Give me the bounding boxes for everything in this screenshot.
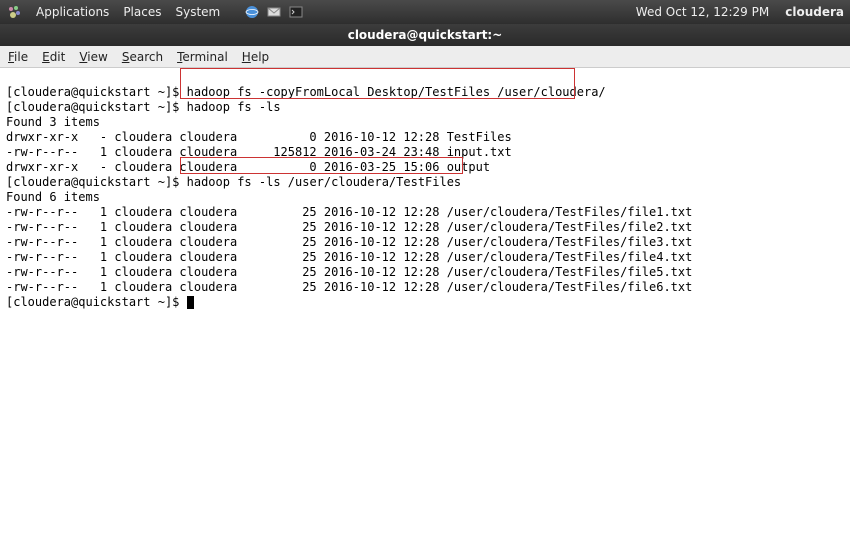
foot-icon — [6, 4, 22, 20]
panel-left-menus: Applications Places System — [6, 4, 304, 20]
output-line: drwxr-xr-x - cloudera cloudera 0 2016-10… — [6, 130, 512, 144]
system-menu[interactable]: System — [175, 5, 220, 19]
menu-view[interactable]: View — [79, 50, 107, 64]
menu-file[interactable]: File — [8, 50, 28, 64]
cursor — [187, 296, 194, 309]
window-title-bar: cloudera@quickstart:~ — [0, 24, 850, 46]
menu-terminal[interactable]: Terminal — [177, 50, 228, 64]
output-line: Found 3 items — [6, 115, 100, 129]
menu-edit[interactable]: Edit — [42, 50, 65, 64]
mail-icon[interactable] — [266, 4, 282, 20]
terminal-output[interactable]: [cloudera@quickstart ~]$ hadoop fs -copy… — [0, 68, 850, 357]
prompt: [cloudera@quickstart ~]$ — [6, 295, 187, 309]
terminal-menubar: File Edit View Search Terminal Help — [0, 46, 850, 68]
places-menu[interactable]: Places — [123, 5, 161, 19]
output-line: -rw-r--r-- 1 cloudera cloudera 125812 20… — [6, 145, 512, 159]
applications-menu[interactable]: Applications — [36, 5, 109, 19]
gnome-top-panel: Applications Places System Wed Oct 12, 1… — [0, 0, 850, 24]
cmd-ls-testfiles: hadoop fs -ls /user/cloudera/TestFiles — [187, 175, 462, 189]
panel-launchers — [244, 4, 304, 20]
output-line: drwxr-xr-x - cloudera cloudera 0 2016-03… — [6, 160, 490, 174]
output-line: -rw-r--r-- 1 cloudera cloudera 25 2016-1… — [6, 235, 692, 249]
clock[interactable]: Wed Oct 12, 12:29 PM — [636, 5, 769, 19]
browser-icon[interactable] — [244, 4, 260, 20]
output-line: -rw-r--r-- 1 cloudera cloudera 25 2016-1… — [6, 205, 692, 219]
user-menu[interactable]: cloudera — [785, 5, 844, 19]
cmd-copyfromlocal: hadoop fs -copyFromLocal Desktop/TestFil… — [187, 85, 606, 99]
terminal-launcher-icon[interactable] — [288, 4, 304, 20]
window-title: cloudera@quickstart:~ — [348, 28, 503, 42]
output-line: -rw-r--r-- 1 cloudera cloudera 25 2016-1… — [6, 280, 692, 294]
cmd-ls: hadoop fs -ls — [187, 100, 281, 114]
output-line: Found 6 items — [6, 190, 100, 204]
prompt: [cloudera@quickstart ~]$ — [6, 175, 187, 189]
output-line: -rw-r--r-- 1 cloudera cloudera 25 2016-1… — [6, 265, 692, 279]
menu-search[interactable]: Search — [122, 50, 163, 64]
menu-help[interactable]: Help — [242, 50, 269, 64]
prompt: [cloudera@quickstart ~]$ — [6, 100, 187, 114]
panel-right: Wed Oct 12, 12:29 PM cloudera — [636, 5, 844, 19]
output-line: -rw-r--r-- 1 cloudera cloudera 25 2016-1… — [6, 250, 692, 264]
output-line: -rw-r--r-- 1 cloudera cloudera 25 2016-1… — [6, 220, 692, 234]
prompt: [cloudera@quickstart ~]$ — [6, 85, 187, 99]
